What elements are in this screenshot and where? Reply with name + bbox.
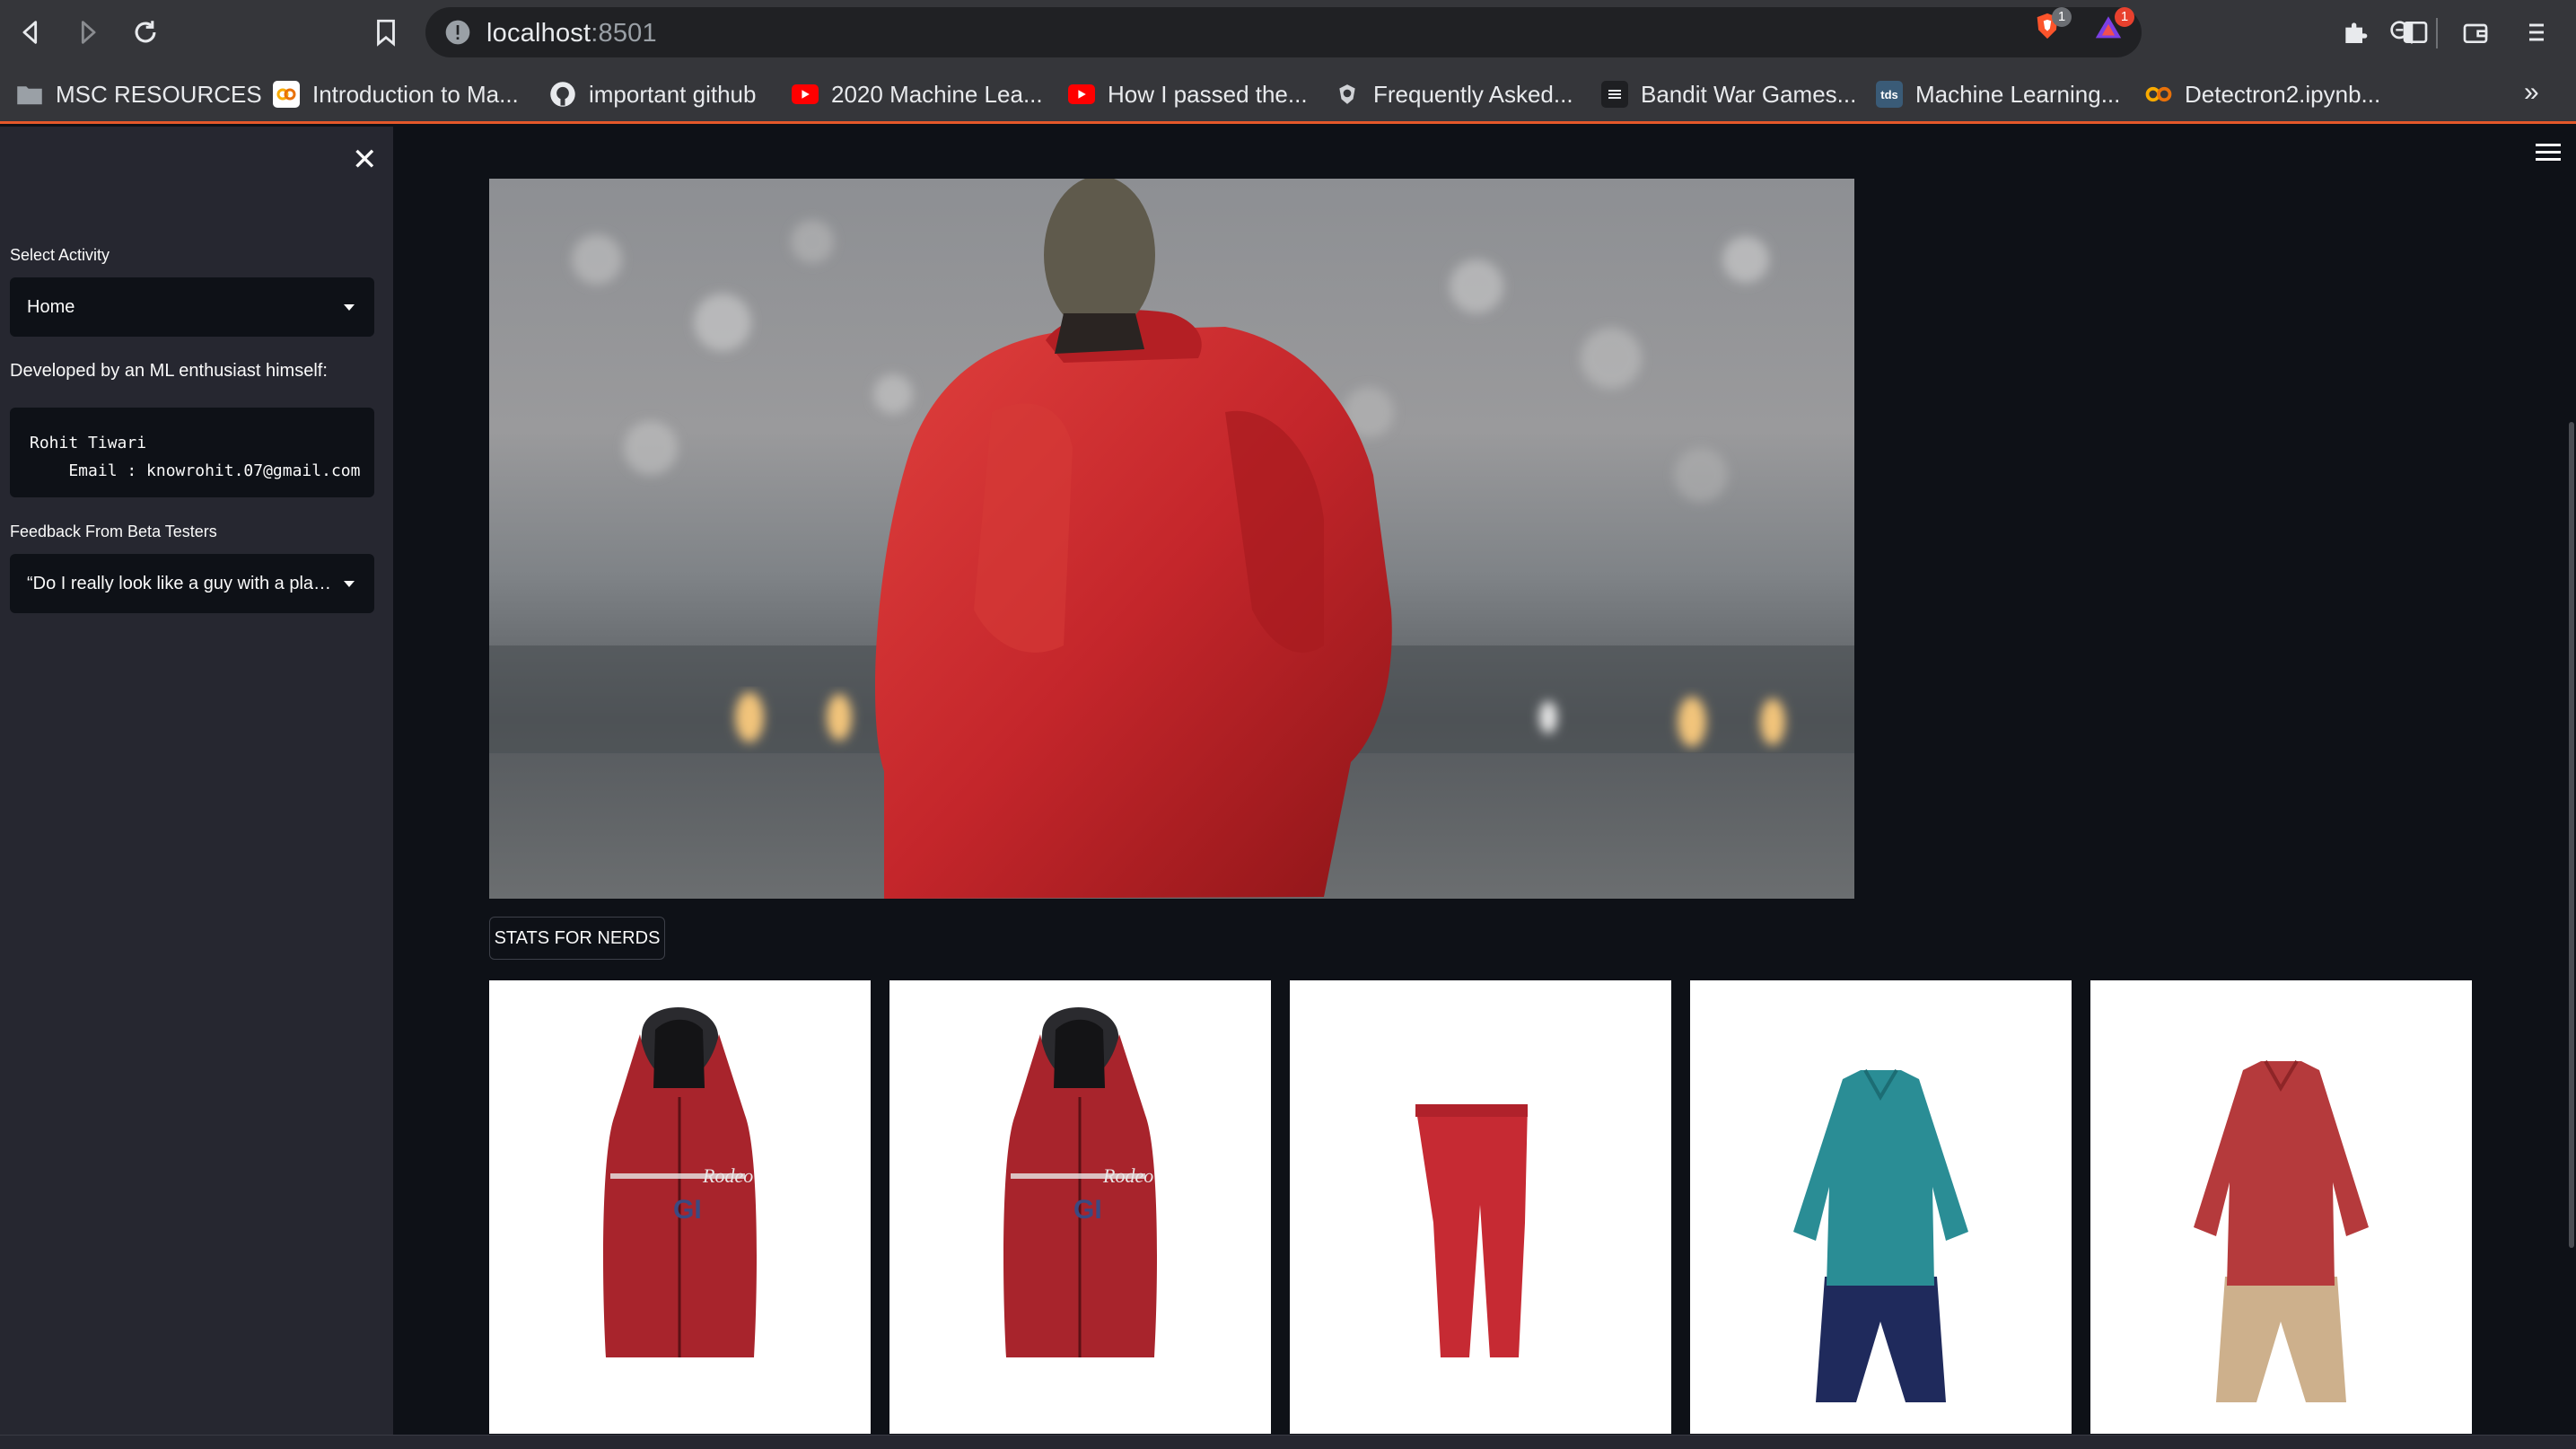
app-menu-button[interactable] xyxy=(2536,144,2561,165)
bookmark-2020-machine-learning[interactable]: 2020 Machine Lea... xyxy=(792,79,1043,110)
site-info-icon[interactable] xyxy=(443,18,472,47)
feedback-dropdown[interactable]: “Do I really look like a guy with a plan… xyxy=(10,554,374,613)
product-card[interactable] xyxy=(2090,980,2472,1434)
bookmark-machine-learning[interactable]: tds Machine Learning... xyxy=(1876,79,2120,110)
svg-text:GI: GI xyxy=(1073,1195,1102,1225)
svg-text:Rodeo: Rodeo xyxy=(1102,1164,1153,1187)
bookmark-bandit-war-games[interactable]: Bandit War Games... xyxy=(1601,79,1856,110)
reload-icon xyxy=(135,21,156,43)
browser-toolbar: localhost:8501 1 1 xyxy=(0,0,2576,65)
bookmark-msc-resources[interactable]: MSC RESOURCES xyxy=(16,79,262,110)
developer-label: Developed by an ML enthusiast himself: xyxy=(10,361,328,381)
bookmark-icon xyxy=(377,19,395,47)
red-leggings-image xyxy=(1415,1104,1528,1357)
hero-photo xyxy=(489,179,1854,899)
extensions-button[interactable] xyxy=(2337,14,2373,50)
forward-button[interactable] xyxy=(70,14,106,50)
wallet-icon xyxy=(2463,23,2488,43)
feedback-value: “Do I really look like a guy with a plan… xyxy=(27,574,341,593)
product-card[interactable]: Rodeo GI xyxy=(489,980,871,1434)
bookmark-how-i-passed[interactable]: How I passed the... xyxy=(1068,79,1308,110)
bookmark-page-button[interactable] xyxy=(368,14,404,50)
tds-icon: tds xyxy=(1876,81,1903,108)
teal-kurta-dhoti-image xyxy=(1793,1068,1968,1402)
shield-count-badge: 1 xyxy=(2052,7,2072,27)
bookmark-important-github[interactable]: important github xyxy=(549,79,756,110)
chevron-down-icon xyxy=(344,581,355,587)
bookmarks-bar: MSC RESOURCES Introduction to Ma... impo… xyxy=(0,65,2576,124)
youtube-icon xyxy=(792,84,819,104)
puzzle-icon xyxy=(2345,22,2368,43)
colab-icon xyxy=(273,81,300,108)
address-bar[interactable]: localhost:8501 xyxy=(425,7,2438,57)
feedback-label: Feedback From Beta Testers xyxy=(10,523,217,540)
reload-button[interactable] xyxy=(127,14,163,50)
youtube-icon xyxy=(1068,84,1095,104)
product-card[interactable] xyxy=(1690,980,2072,1434)
shield-icon xyxy=(1334,81,1361,108)
red-kurta-dhoti-image xyxy=(2194,1059,2369,1402)
select-activity-dropdown[interactable]: Home xyxy=(10,277,374,337)
app-sidebar: ✕ Select Activity Home Developed by an M… xyxy=(0,127,393,1436)
back-icon xyxy=(22,21,38,44)
bookmark-introduction[interactable]: Introduction to Ma... xyxy=(273,79,519,110)
developer-code-block: Rohit Tiwari Email : knowrohit.07@gmail.… xyxy=(10,408,374,497)
bookmarks-overflow-button[interactable]: » xyxy=(2524,77,2539,108)
bookmark-detectron2[interactable]: Detectron2.ipynb... xyxy=(2145,79,2380,110)
red-hooded-vest-image: Rodeo GI xyxy=(603,1007,757,1357)
red-hooded-vest-image: Rodeo GI xyxy=(1003,1007,1157,1357)
svg-text:Rodeo: Rodeo xyxy=(702,1164,753,1187)
chevron-down-icon xyxy=(344,304,355,311)
bookmark-frequently-asked[interactable]: Frequently Asked... xyxy=(1334,79,1573,110)
hamburger-icon xyxy=(2529,23,2544,41)
page-scrollbar[interactable] xyxy=(2569,422,2574,1248)
omnibox-separator xyxy=(2436,18,2438,48)
sidebar-panel-icon xyxy=(2403,22,2428,43)
stats-for-nerds-button[interactable]: STATS FOR NERDS xyxy=(489,917,665,960)
doc-icon xyxy=(1601,81,1628,108)
rewards-count-badge: 1 xyxy=(2115,7,2134,27)
sidebar-toggle-button[interactable] xyxy=(2397,14,2433,50)
status-bar xyxy=(0,1435,2576,1449)
product-card[interactable]: Rodeo GI xyxy=(889,980,1271,1434)
back-button[interactable] xyxy=(13,14,48,50)
colab-icon xyxy=(2145,81,2172,108)
wallet-button[interactable] xyxy=(2458,14,2493,50)
svg-text:GI: GI xyxy=(673,1195,702,1225)
hero-image xyxy=(489,179,1854,899)
select-activity-label: Select Activity xyxy=(10,246,110,264)
forward-icon xyxy=(81,21,96,44)
product-card[interactable] xyxy=(1290,980,1671,1434)
github-icon xyxy=(549,81,576,108)
folder-icon xyxy=(16,81,43,108)
url-text: localhost:8501 xyxy=(486,19,657,48)
close-sidebar-button[interactable]: ✕ xyxy=(352,145,378,175)
select-activity-value: Home xyxy=(27,297,75,317)
browser-menu-button[interactable] xyxy=(2519,14,2554,50)
